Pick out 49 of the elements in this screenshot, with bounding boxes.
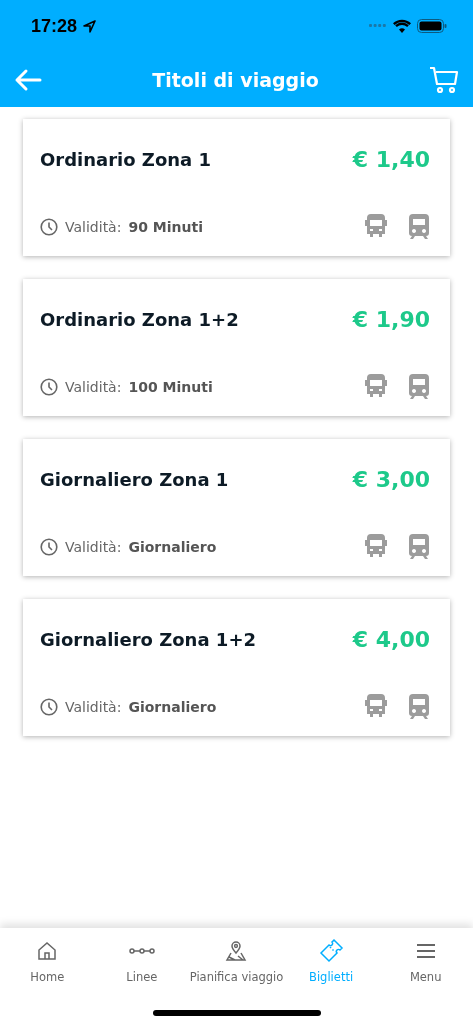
ticket-price: € 1,40 <box>352 147 430 172</box>
bus-icon <box>364 533 388 559</box>
ticket-name: Giornaliero Zona 1 <box>40 469 229 490</box>
ticket-name: Ordinario Zona 1+2 <box>40 309 239 330</box>
train-icon <box>408 533 430 560</box>
validity-value: 100 Minuti <box>128 378 213 395</box>
page-title: Titoli di viaggio <box>152 68 319 91</box>
location-arrow-icon <box>83 19 97 33</box>
tab-item[interactable]: Pianifica viaggio <box>189 938 284 984</box>
bus-icon <box>364 693 388 719</box>
wifi-icon <box>393 19 411 33</box>
back-button[interactable] <box>14 67 42 92</box>
ticket-card[interactable]: Ordinario Zona 1+2 € 1,90 Validità: 100 Minuti <box>23 279 450 416</box>
ticket-card[interactable]: Ordinario Zona 1 € 1,40 Validità: 90 Minuti <box>23 119 450 256</box>
route-icon <box>128 946 155 956</box>
clock-icon <box>40 217 58 236</box>
cart-button[interactable] <box>429 65 459 94</box>
ticket-card[interactable]: Giornaliero Zona 1+2 € 4,00 Validità: Giornaliero <box>23 599 450 736</box>
validity-label: Validità: <box>65 698 122 715</box>
tab-item[interactable]: Home <box>0 938 95 984</box>
validity-value: Giornaliero <box>128 538 217 555</box>
bus-icon <box>364 373 388 399</box>
ticket-price: € 1,90 <box>352 307 430 332</box>
signal-icon <box>369 24 387 28</box>
train-icon <box>408 693 430 720</box>
validity-value: Giornaliero <box>128 698 217 715</box>
train-icon <box>408 373 430 400</box>
validity-value: 90 Minuti <box>128 218 203 235</box>
status-time: 17:28 <box>31 15 78 37</box>
train-icon <box>408 213 430 240</box>
validity-label: Validità: <box>65 218 122 235</box>
map-pin-icon <box>225 940 248 962</box>
menu-icon <box>415 943 436 959</box>
ticket-name: Ordinario Zona 1 <box>40 149 212 170</box>
validity-label: Validità: <box>65 378 122 395</box>
clock-icon <box>40 377 58 396</box>
ticket-icon <box>318 938 345 964</box>
validity-label: Validità: <box>65 538 122 555</box>
bus-icon <box>364 213 388 239</box>
ticket-card[interactable]: Giornaliero Zona 1 € 3,00 Validità: Giornaliero <box>23 439 450 576</box>
ticket-name: Giornaliero Zona 1+2 <box>40 629 256 650</box>
battery-icon <box>417 19 447 33</box>
clock-icon <box>40 697 58 716</box>
ticket-price: € 3,00 <box>352 467 430 492</box>
clock-icon <box>40 537 58 556</box>
tab-item[interactable]: Menu <box>378 938 473 984</box>
ticket-price: € 4,00 <box>352 627 430 652</box>
tab-item[interactable]: Linee <box>94 938 190 984</box>
home-icon <box>36 940 59 962</box>
